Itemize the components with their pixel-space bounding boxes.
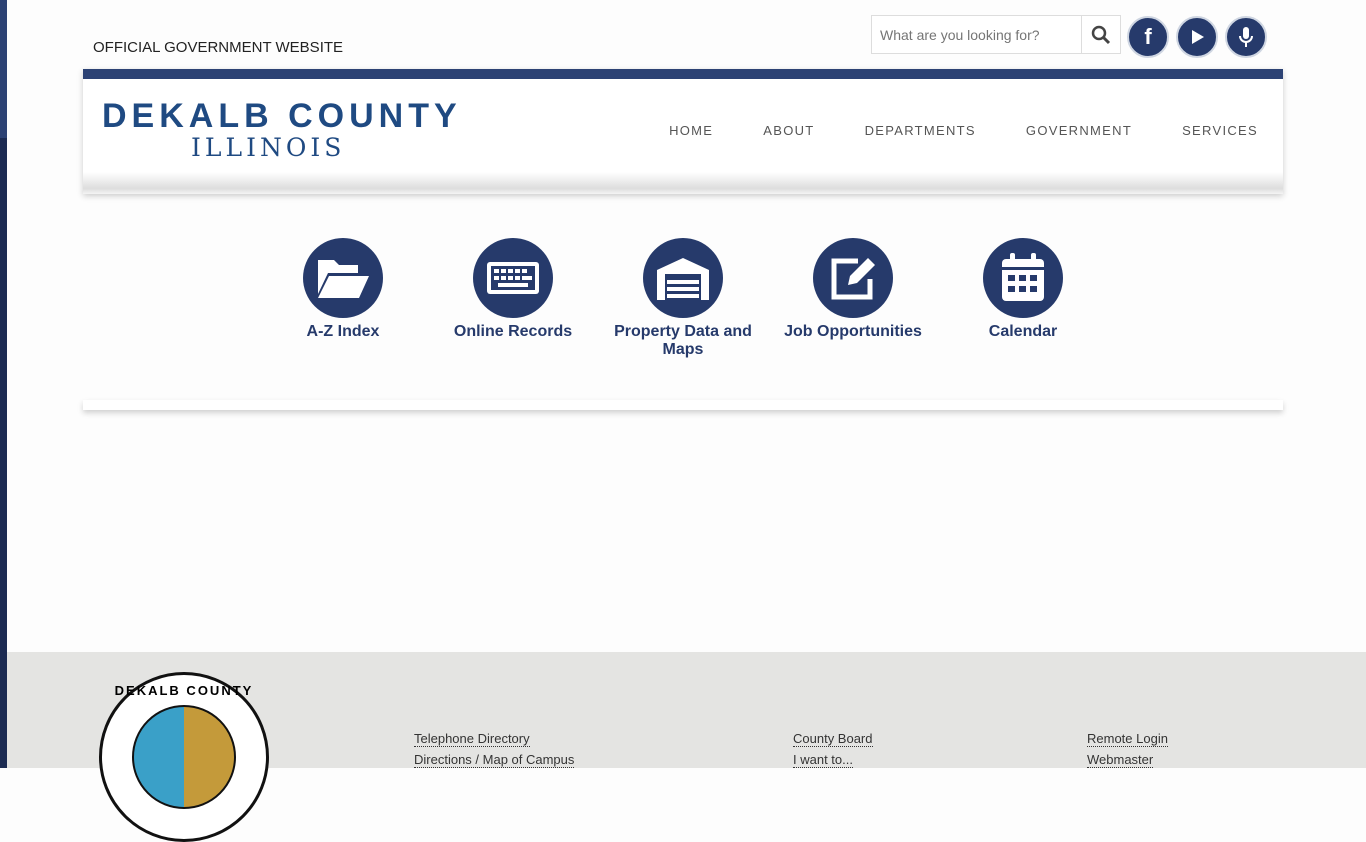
footer-link-remote-login[interactable]: Remote Login bbox=[1087, 731, 1168, 747]
footer-link-county-board[interactable]: County Board bbox=[793, 731, 873, 747]
nav-services[interactable]: SERVICES bbox=[1182, 123, 1258, 138]
quick-link-property-data[interactable]: Property Data and Maps bbox=[608, 238, 758, 359]
logo-county[interactable]: DEKALB COUNTY bbox=[102, 97, 462, 136]
quick-link-online-records[interactable]: Online Records bbox=[438, 238, 588, 341]
footer-link-directions[interactable]: Directions / Map of Campus bbox=[414, 752, 575, 768]
official-website-label: OFFICIAL GOVERNMENT WEBSITE bbox=[93, 39, 344, 56]
edit-icon bbox=[831, 258, 875, 300]
search-input[interactable] bbox=[872, 16, 1081, 53]
footer-link-webmaster[interactable]: Webmaster bbox=[1087, 752, 1154, 768]
quick-link-calendar[interactable]: Calendar bbox=[948, 238, 1098, 341]
folder-open-icon bbox=[318, 260, 369, 298]
youtube-button[interactable] bbox=[1176, 16, 1218, 58]
nav-government[interactable]: GOVERNMENT bbox=[1026, 123, 1132, 138]
section-divider bbox=[83, 400, 1283, 410]
site-header: DEKALB COUNTY ILLINOIS HOME ABOUT DEPART… bbox=[83, 69, 1283, 194]
calendar-icon bbox=[1002, 253, 1044, 301]
keyboard-icon bbox=[487, 262, 539, 294]
nav-about[interactable]: ABOUT bbox=[763, 123, 814, 138]
footer-link-i-want-to[interactable]: I want to... bbox=[793, 752, 853, 768]
search-box bbox=[871, 15, 1121, 54]
microphone-button[interactable] bbox=[1225, 16, 1267, 58]
footer-link-telephone-directory[interactable]: Telephone Directory bbox=[414, 731, 530, 747]
nav-departments[interactable]: DEPARTMENTS bbox=[865, 123, 976, 138]
left-edge-bar bbox=[0, 0, 7, 768]
facebook-icon: f bbox=[1144, 24, 1152, 49]
county-seal: DEKALB COUNTY bbox=[99, 672, 269, 842]
garage-icon bbox=[657, 258, 709, 300]
footer: DEKALB COUNTY Telephone Directory Direct… bbox=[7, 652, 1366, 842]
facebook-button[interactable]: f bbox=[1127, 16, 1169, 58]
nav-home[interactable]: HOME bbox=[669, 123, 713, 138]
youtube-icon bbox=[1192, 30, 1204, 44]
search-icon bbox=[1091, 25, 1111, 44]
main-nav: HOME ABOUT DEPARTMENTS GOVERNMENT SERVIC… bbox=[669, 123, 1258, 138]
microphone-icon bbox=[1239, 27, 1253, 47]
search-button[interactable] bbox=[1081, 16, 1120, 53]
seal-text: DEKALB COUNTY bbox=[114, 683, 254, 698]
quick-link-job-opportunities[interactable]: Job Opportunities bbox=[778, 238, 928, 341]
quick-link-az-index[interactable]: A-Z Index bbox=[268, 238, 418, 341]
logo-state[interactable]: ILLINOIS bbox=[191, 133, 345, 162]
